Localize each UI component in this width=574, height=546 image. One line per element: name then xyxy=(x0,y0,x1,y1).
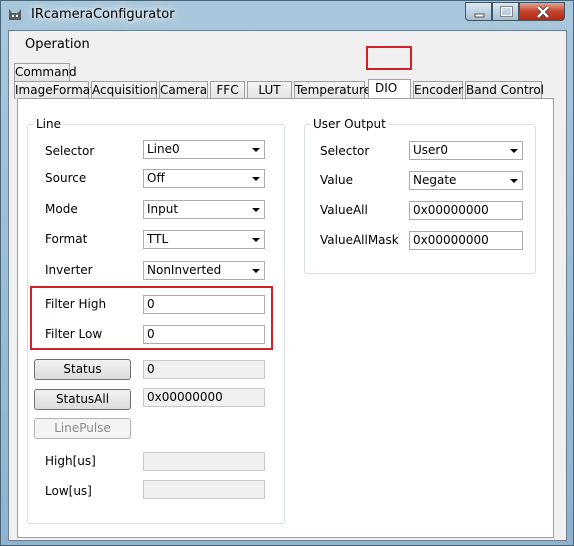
app-window: IRcameraConfigurator Operation Command I… xyxy=(0,0,574,546)
line-inverter-value: NonInverted xyxy=(147,263,222,277)
line-format-value: TTL xyxy=(147,232,169,246)
line-group-title: Line xyxy=(34,117,64,131)
high-us-input[interactable] xyxy=(143,452,265,471)
line-inverter-combo[interactable]: NonInverted xyxy=(143,261,265,280)
filter-highlight-box xyxy=(30,286,273,350)
line-pulse-button[interactable]: LinePulse xyxy=(34,418,131,439)
line-mode-value: Input xyxy=(147,202,179,216)
status-value: 0 xyxy=(143,360,265,379)
title-bar[interactable]: IRcameraConfigurator xyxy=(1,1,573,29)
tab-band-control[interactable]: Band Control xyxy=(465,81,544,99)
line-selector-combo[interactable]: Line0 xyxy=(143,140,265,159)
user-value-combo[interactable]: Negate xyxy=(409,171,523,190)
line-source-label: Source xyxy=(45,171,87,185)
user-selector-value: User0 xyxy=(413,143,448,157)
value-all-label: ValueAll xyxy=(320,203,368,217)
maximize-icon xyxy=(500,6,513,17)
chevron-down-icon xyxy=(252,238,260,242)
minimize-button[interactable] xyxy=(465,2,492,21)
line-format-combo[interactable]: TTL xyxy=(143,230,265,249)
maximize-button[interactable] xyxy=(492,2,519,21)
cat-app-icon xyxy=(9,9,21,20)
status-all-value: 0x00000000 xyxy=(143,388,265,407)
user-output-group-title: User Output xyxy=(311,117,388,131)
value-all-mask-label: ValueAllMask xyxy=(320,233,399,247)
user-value-value: Negate xyxy=(413,173,457,187)
chevron-down-icon xyxy=(252,148,260,152)
value-all-input[interactable]: 0x00000000 xyxy=(409,201,523,220)
tab-imageformat[interactable]: ImageFormat xyxy=(14,81,95,99)
line-mode-label: Mode xyxy=(45,202,78,216)
chevron-down-icon xyxy=(510,179,518,183)
line-source-value: Off xyxy=(147,171,165,185)
close-button[interactable] xyxy=(519,2,565,21)
value-all-mask-input[interactable]: 0x00000000 xyxy=(409,231,523,250)
menu-operation[interactable]: Operation xyxy=(25,37,90,52)
user-selector-combo[interactable]: User0 xyxy=(409,141,523,160)
tab-temperature[interactable]: Temperature xyxy=(294,81,371,99)
line-inverter-label: Inverter xyxy=(45,263,93,277)
user-selector-label: Selector xyxy=(320,144,370,158)
dio-tab-highlight xyxy=(366,46,412,70)
chevron-down-icon xyxy=(252,208,260,212)
status-button[interactable]: Status xyxy=(34,359,131,380)
line-format-label: Format xyxy=(45,232,88,246)
high-us-label: High[us] xyxy=(45,454,96,468)
tab-camera[interactable]: Camera xyxy=(159,81,208,99)
low-us-label: Low[us] xyxy=(45,484,92,498)
status-all-button[interactable]: StatusAll xyxy=(34,389,131,410)
tab-dio[interactable]: DIO xyxy=(368,79,411,99)
tab-ffc[interactable]: FFC xyxy=(210,81,245,99)
window-title: IRcameraConfigurator xyxy=(31,7,175,22)
close-icon xyxy=(536,5,550,19)
chevron-down-icon xyxy=(252,269,260,273)
user-value-label: Value xyxy=(320,173,353,187)
menu-bar: Operation xyxy=(9,31,566,60)
tab-lut[interactable]: LUT xyxy=(247,81,292,99)
line-selector-value: Line0 xyxy=(147,142,180,156)
tab-acquisition[interactable]: Acquisition xyxy=(91,81,158,99)
line-mode-combo[interactable]: Input xyxy=(143,200,265,219)
chevron-down-icon xyxy=(252,177,260,181)
line-selector-label: Selector xyxy=(45,144,95,158)
tab-encoder[interactable]: Encoder xyxy=(413,81,463,99)
chevron-down-icon xyxy=(510,149,518,153)
minimize-icon xyxy=(474,13,485,18)
tab-command[interactable]: Command xyxy=(14,63,77,81)
low-us-input[interactable] xyxy=(143,480,265,499)
line-source-combo[interactable]: Off xyxy=(143,169,265,188)
